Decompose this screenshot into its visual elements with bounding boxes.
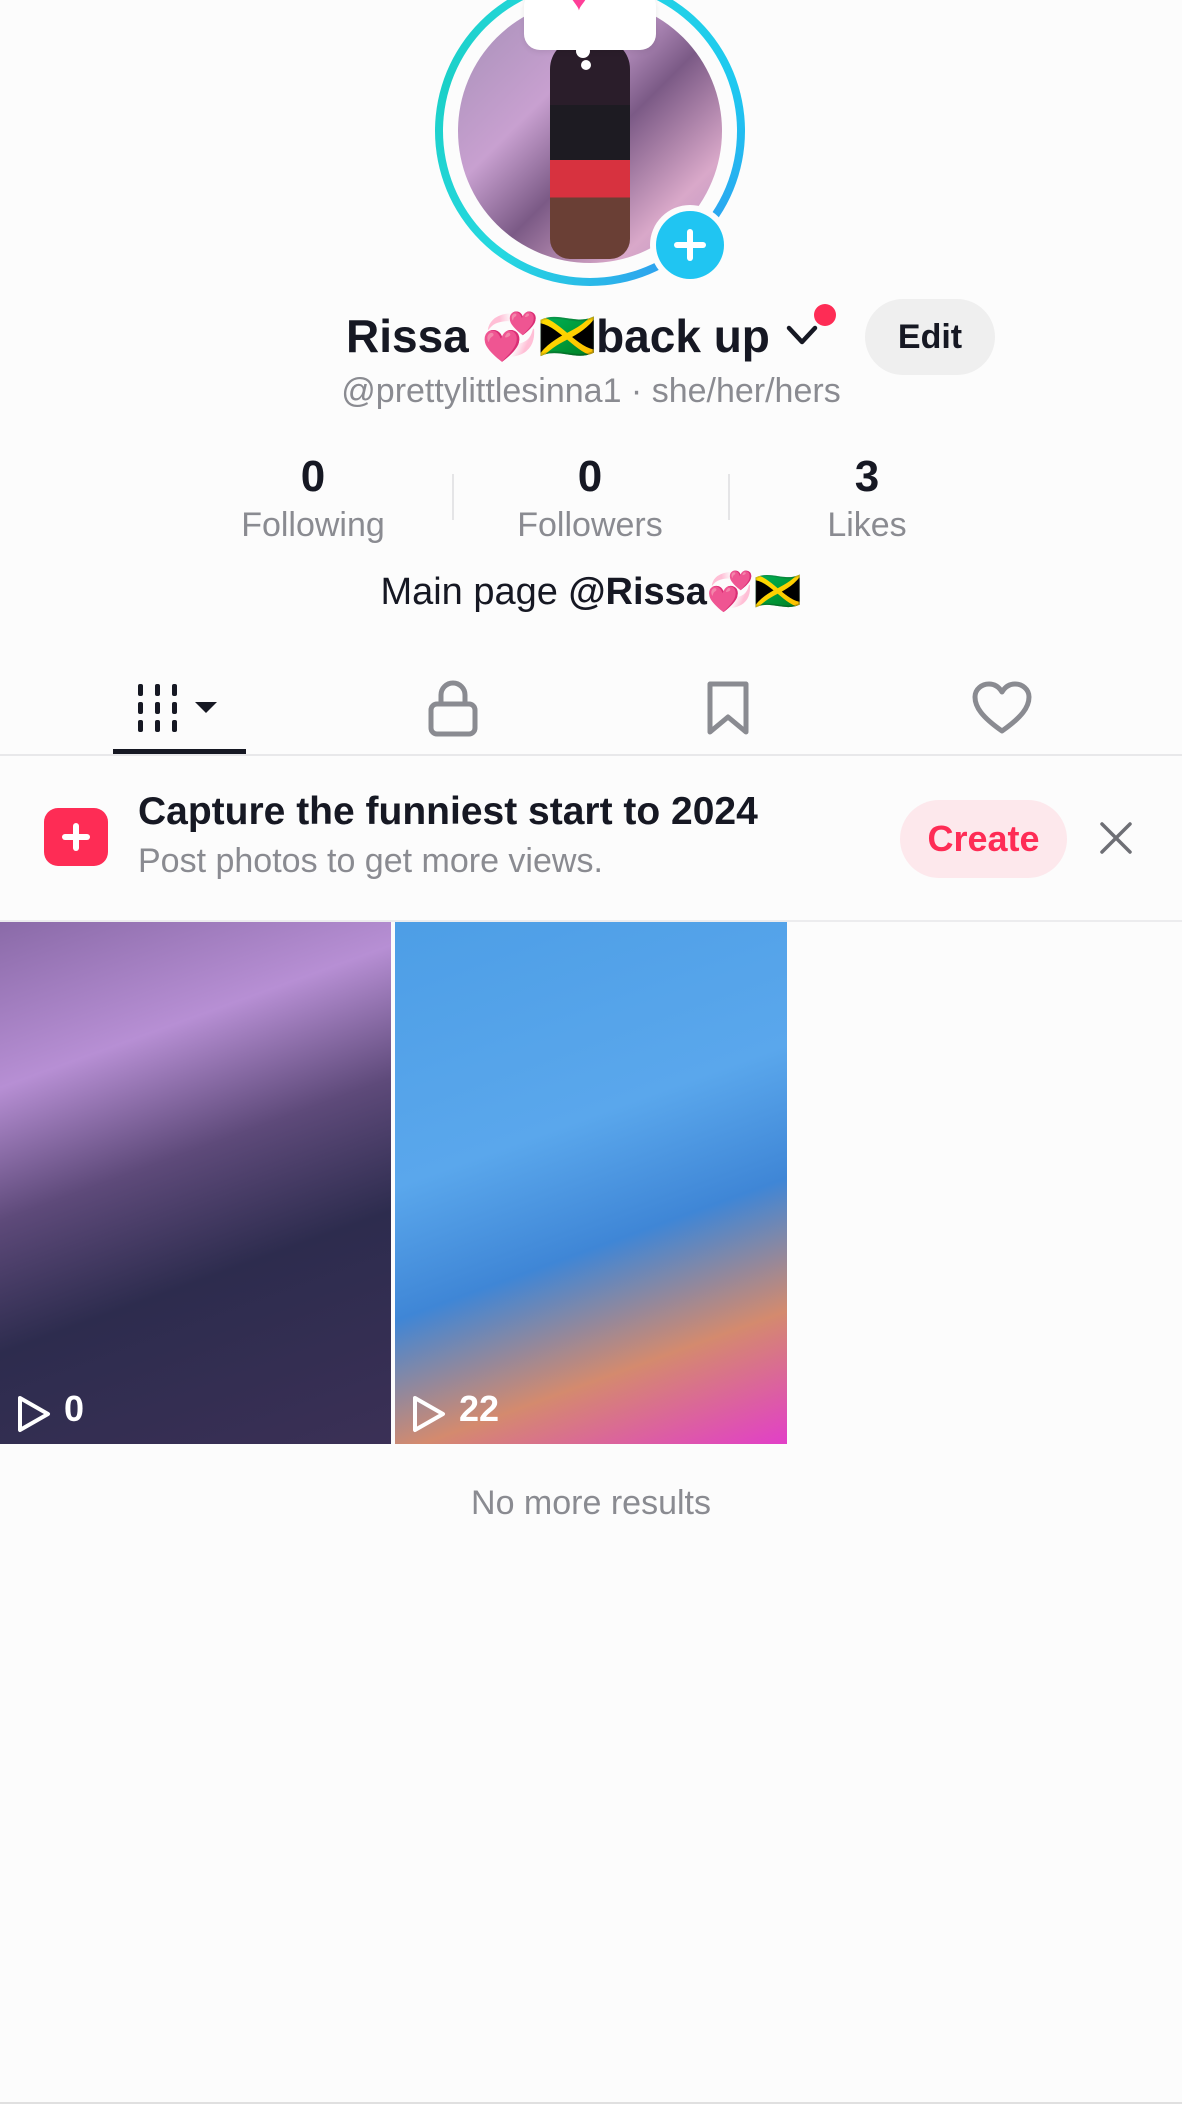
bio-mention-link[interactable]: @Rissa💞🇯🇲 (568, 571, 801, 613)
tab-saved[interactable] (588, 660, 868, 756)
bio-text: Main page (380, 571, 569, 613)
stat-likes-label: Likes (827, 506, 907, 544)
lock-icon (428, 680, 478, 737)
play-icon (18, 1396, 50, 1432)
add-story-button[interactable] (650, 205, 730, 285)
stat-likes[interactable]: 3 Likes (757, 452, 977, 548)
stat-divider (452, 474, 454, 520)
view-count: 0 (64, 1388, 85, 1429)
tab-videos[interactable] (40, 660, 320, 756)
create-button[interactable]: Create (900, 800, 1067, 878)
tab-private[interactable] (313, 660, 593, 756)
stat-following-value: 0 (300, 452, 326, 501)
note-bubble-tail-dot (581, 60, 591, 70)
stat-likes-value: 3 (854, 452, 880, 501)
plus-icon (674, 229, 706, 261)
promo-subtitle: Post photos to get more views. (138, 842, 603, 880)
display-name[interactable]: Rissa 💞🇯🇲back up (346, 306, 770, 366)
video-thumbnail[interactable]: 22 (395, 922, 787, 1444)
close-icon[interactable] (1096, 818, 1136, 858)
no-more-results: No more results (471, 1484, 711, 1522)
grid-icon (138, 684, 217, 732)
tab-divider (0, 754, 1182, 756)
play-icon (413, 1396, 445, 1432)
bio: Main page @Rissa💞🇯🇲 (0, 570, 1182, 614)
note-bubble[interactable]: ♥ (524, 0, 656, 70)
stat-following[interactable]: 0 Following (203, 452, 423, 548)
stat-followers-label: Followers (517, 506, 663, 544)
heart-note-icon: ♥ (570, 0, 588, 17)
promo-title: Capture the funniest start to 2024 (138, 790, 758, 833)
notification-dot (814, 304, 836, 326)
stat-followers-value: 0 (577, 452, 603, 501)
stat-followers[interactable]: 0 Followers (480, 452, 700, 548)
avatar-photo-subject (550, 39, 630, 259)
stat-following-label: Following (241, 506, 385, 544)
stat-divider (728, 474, 730, 520)
note-bubble-tail (576, 44, 590, 58)
view-count: 22 (459, 1388, 500, 1429)
photo-plus-icon (44, 808, 108, 866)
edit-profile-button[interactable]: Edit (865, 299, 995, 375)
chevron-down-icon[interactable] (785, 318, 819, 352)
video-thumbnail[interactable]: 0 (0, 922, 391, 1444)
username-pronouns: @prettylittlesinna1 · she/her/hers (341, 372, 841, 410)
tab-liked[interactable] (862, 660, 1142, 756)
bookmark-icon (707, 681, 749, 735)
heart-icon (972, 681, 1032, 734)
